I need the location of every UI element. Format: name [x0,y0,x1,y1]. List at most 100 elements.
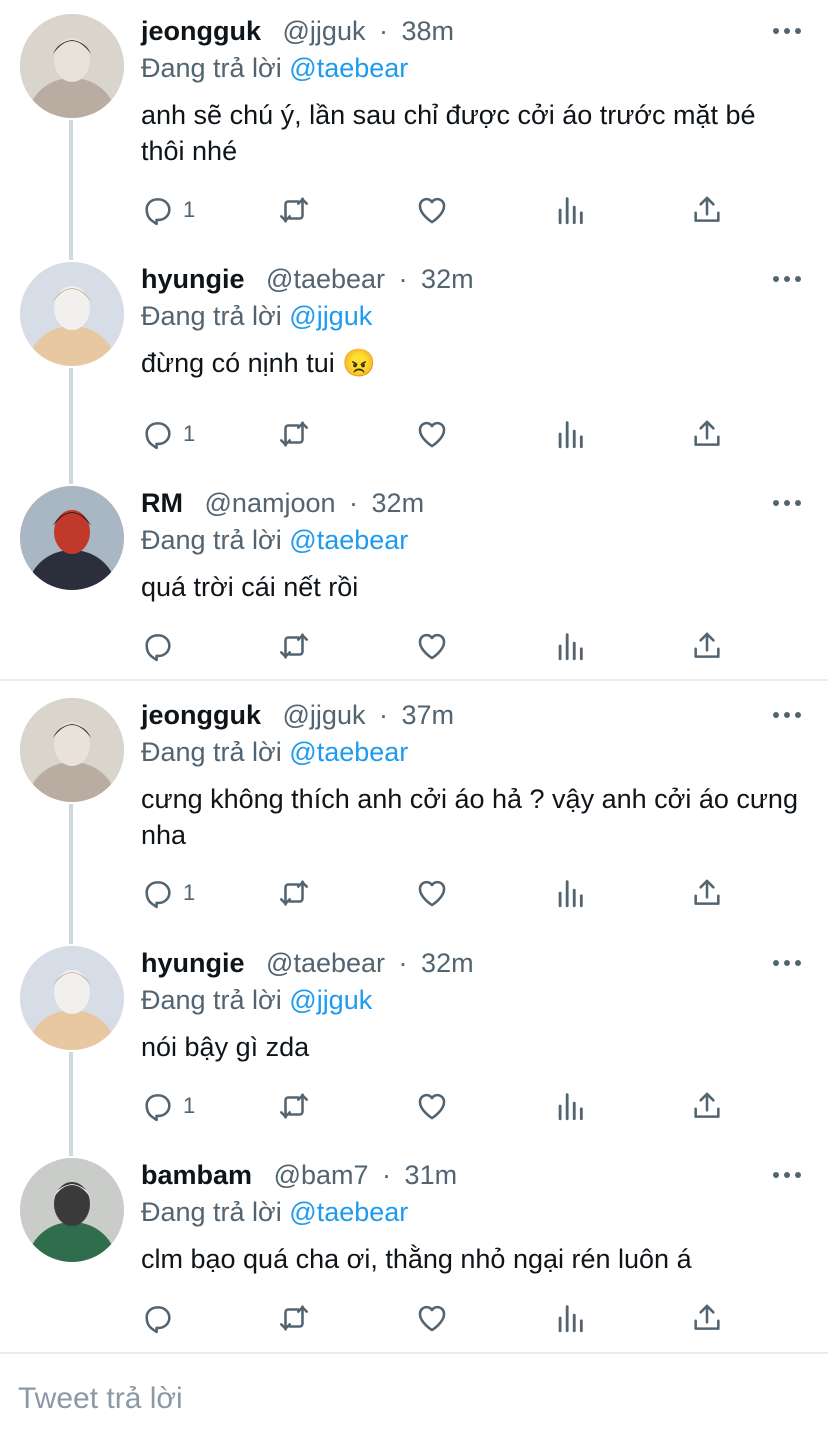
retweet-icon [277,1089,311,1123]
reply-input[interactable]: Tweet trả lời [18,1382,183,1416]
tweet-time[interactable]: 32m [421,948,474,978]
tweet-header: RM @namjoon · 32m [141,485,424,521]
display-name[interactable]: RM [141,488,183,518]
reply-icon [141,193,175,227]
more-icon[interactable] [772,1168,802,1182]
reply-composer[interactable]: Tweet trả lời [0,1352,828,1443]
avatar-rm[interactable] [20,486,124,590]
like-icon [415,417,449,451]
tweet-text: anh sẽ chú ý, lần sau chỉ được cởi áo tr… [141,100,756,166]
tweet-actions: 1 [141,414,741,454]
retweet-button[interactable] [277,873,311,913]
mention-link[interactable]: @taebear [289,1197,408,1227]
like-icon [415,1301,449,1335]
retweet-button[interactable] [277,626,311,666]
avatar-jeongguk[interactable] [20,698,124,802]
replying-to: Đang trả lời @taebear [141,522,408,558]
tweet-header: hyungie @taebear · 32m [141,261,474,297]
like-icon [415,193,449,227]
more-icon[interactable] [772,496,802,510]
tweet[interactable]: RM @namjoon · 32m Đang trả lời @taebear … [0,472,828,712]
tweet[interactable]: hyungie @taebear · 32m Đang trả lời @jjg… [0,932,828,1172]
tweet-header: hyungie @taebear · 32m [141,945,474,981]
tweet-time[interactable]: 37m [402,700,455,730]
share-button[interactable] [690,626,724,666]
separator-dot: · [349,488,359,518]
like-button[interactable] [415,1298,449,1338]
analytics-button[interactable] [553,1086,587,1126]
analytics-button[interactable] [553,1298,587,1338]
reply-button[interactable] [141,626,183,666]
tweet[interactable]: bambam @bam7 · 31m Đang trả lời @taebear… [0,1144,828,1384]
like-button[interactable] [415,873,449,913]
retweet-icon [277,193,311,227]
share-button[interactable] [690,873,724,913]
reply-icon [141,876,175,910]
share-button[interactable] [690,414,724,454]
tweet-text: clm bạo quá cha ơi, thằng nhỏ ngại rén l… [141,1244,692,1274]
more-icon[interactable] [772,272,802,286]
display-name[interactable]: hyungie [141,948,245,978]
replying-to-label: Đang trả lời [141,737,282,767]
mention-link[interactable]: @jjguk [289,985,372,1015]
user-handle[interactable]: @jjguk [283,700,366,730]
user-handle[interactable]: @taebear [266,948,385,978]
display-name[interactable]: jeongguk [141,700,261,730]
display-name[interactable]: jeongguk [141,16,261,46]
tweet-time[interactable]: 32m [421,264,474,294]
reply-icon [141,1089,175,1123]
share-button[interactable] [690,190,724,230]
more-icon[interactable] [772,24,802,38]
like-button[interactable] [415,1086,449,1126]
retweet-button[interactable] [277,414,311,454]
replying-to: Đang trả lời @jjguk [141,982,372,1018]
user-handle[interactable]: @jjguk [283,16,366,46]
reply-button[interactable]: 1 [141,1086,195,1126]
analytics-button[interactable] [553,626,587,666]
analytics-icon [553,1301,587,1335]
analytics-button[interactable] [553,190,587,230]
share-button[interactable] [690,1298,724,1338]
like-button[interactable] [415,190,449,230]
tweet-text: cưng không thích anh cởi áo hả ? vậy anh… [141,784,798,850]
user-handle[interactable]: @bam7 [274,1160,369,1190]
reply-button[interactable] [141,1298,183,1338]
user-handle[interactable]: @namjoon [205,488,336,518]
avatar-jeongguk[interactable] [20,14,124,118]
retweet-button[interactable] [277,1298,311,1338]
like-button[interactable] [415,626,449,666]
separator-dot: · [378,700,388,730]
share-button[interactable] [690,1086,724,1126]
avatar-hyungie[interactable] [20,262,124,366]
tweet-time[interactable]: 31m [405,1160,458,1190]
reply-count: 1 [183,880,196,905]
tweet-actions: 1 [141,873,741,913]
conversation-divider [0,679,828,681]
tweet-time[interactable]: 38m [402,16,455,46]
display-name[interactable]: hyungie [141,264,245,294]
analytics-button[interactable] [553,414,587,454]
analytics-icon [553,1089,587,1123]
retweet-button[interactable] [277,1086,311,1126]
reply-button[interactable]: 1 [141,190,195,230]
reply-button[interactable]: 1 [141,873,195,913]
avatar-hyungie[interactable] [20,946,124,1050]
retweet-button[interactable] [277,190,311,230]
reply-button[interactable]: 1 [141,414,195,454]
mention-link[interactable]: @taebear [289,525,408,555]
replying-to: Đang trả lời @taebear [141,1194,408,1230]
like-button[interactable] [415,414,449,454]
analytics-button[interactable] [553,873,587,913]
more-icon[interactable] [772,956,802,970]
display-name[interactable]: bambam [141,1160,252,1190]
replying-to: Đang trả lời @taebear [141,50,408,86]
mention-link[interactable]: @jjguk [289,301,372,331]
mention-link[interactable]: @taebear [289,737,408,767]
tweet-time[interactable]: 32m [372,488,425,518]
mention-link[interactable]: @taebear [289,53,408,83]
avatar-bambam[interactable] [20,1158,124,1262]
more-icon[interactable] [772,708,802,722]
user-handle[interactable]: @taebear [266,264,385,294]
like-icon [415,1089,449,1123]
tweet-text: đừng có nịnh tui 😠 [141,348,376,378]
